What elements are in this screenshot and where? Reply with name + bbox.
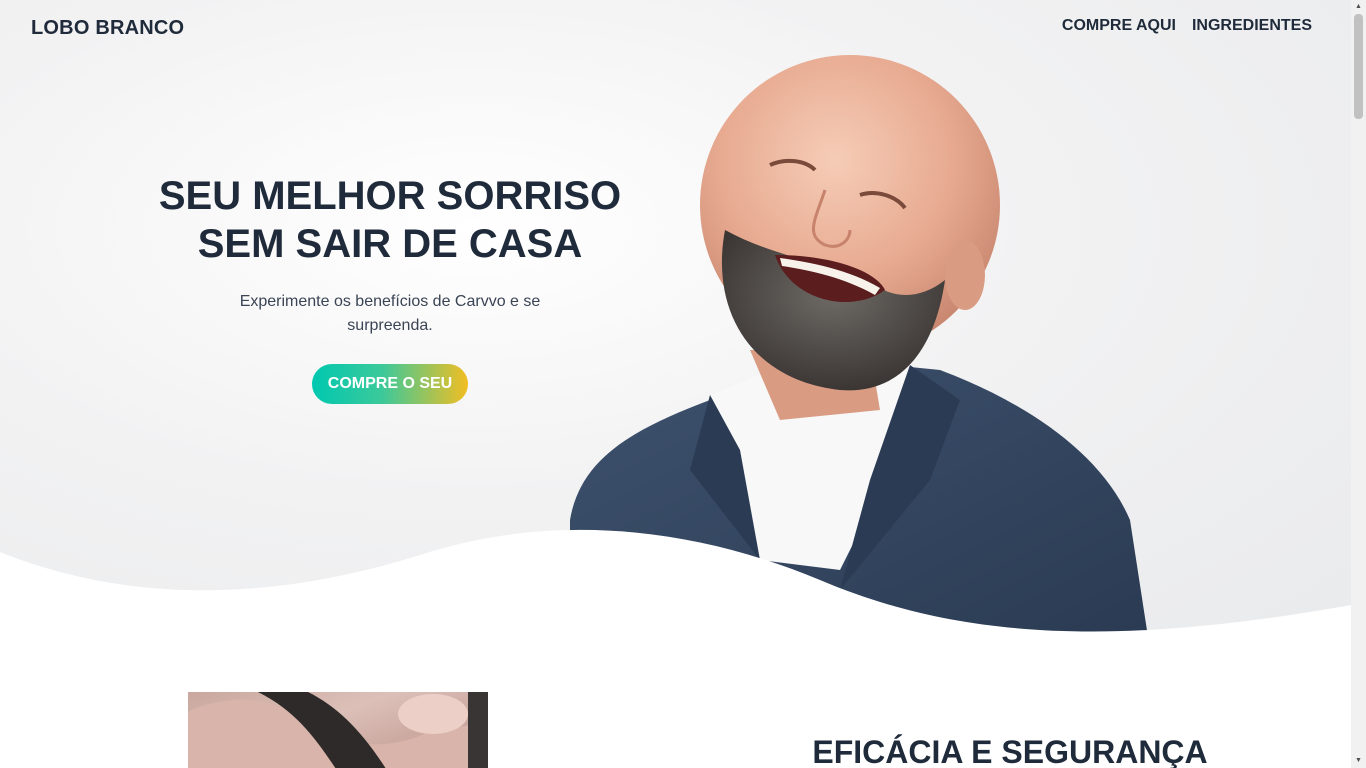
nav-links: COMPRE AQUI INGREDIENTES bbox=[1062, 17, 1312, 35]
page: LOBO BRANCO COMPRE AQUI INGREDIENTES SEU… bbox=[0, 0, 1351, 768]
hero-title-line2: SEM SAIR DE CASA bbox=[197, 222, 583, 266]
scroll-down-icon[interactable]: ▼ bbox=[1351, 754, 1366, 768]
hero-title-line1: SEU MELHOR SORRISO bbox=[158, 174, 622, 218]
hand-photo-icon bbox=[188, 692, 488, 768]
hero-wave bbox=[0, 529, 1351, 650]
scroll-up-icon[interactable]: ▲ bbox=[1351, 0, 1366, 14]
brand-logo[interactable]: LOBO BRANCO bbox=[31, 17, 184, 40]
cta-button[interactable]: COMPRE O SEU bbox=[311, 364, 469, 404]
hero-subtitle: Experimente os benefícios de Carvvo e se… bbox=[239, 293, 541, 334]
hero-content: SEU MELHOR SORRISO SEM SAIR DE CASA Expe… bbox=[140, 172, 640, 404]
scroll-thumb[interactable] bbox=[1354, 14, 1363, 119]
hand-holding-product-photo bbox=[188, 692, 488, 768]
feature-title: EFICÁCIA E SEGURANÇA bbox=[812, 734, 1208, 768]
nav-link-compre-aqui[interactable]: COMPRE AQUI bbox=[1062, 17, 1176, 35]
navbar: LOBO BRANCO COMPRE AQUI INGREDIENTES bbox=[0, 0, 1351, 56]
hero-section: LOBO BRANCO COMPRE AQUI INGREDIENTES SEU… bbox=[0, 0, 1351, 650]
nav-link-ingredientes[interactable]: INGREDIENTES bbox=[1192, 17, 1312, 35]
scrollbar[interactable]: ▲ ▼ bbox=[1351, 0, 1366, 768]
hero-title: SEU MELHOR SORRISO SEM SAIR DE CASA bbox=[140, 172, 640, 268]
feature-section: EFICÁCIA E SEGURANÇA bbox=[0, 650, 1351, 768]
